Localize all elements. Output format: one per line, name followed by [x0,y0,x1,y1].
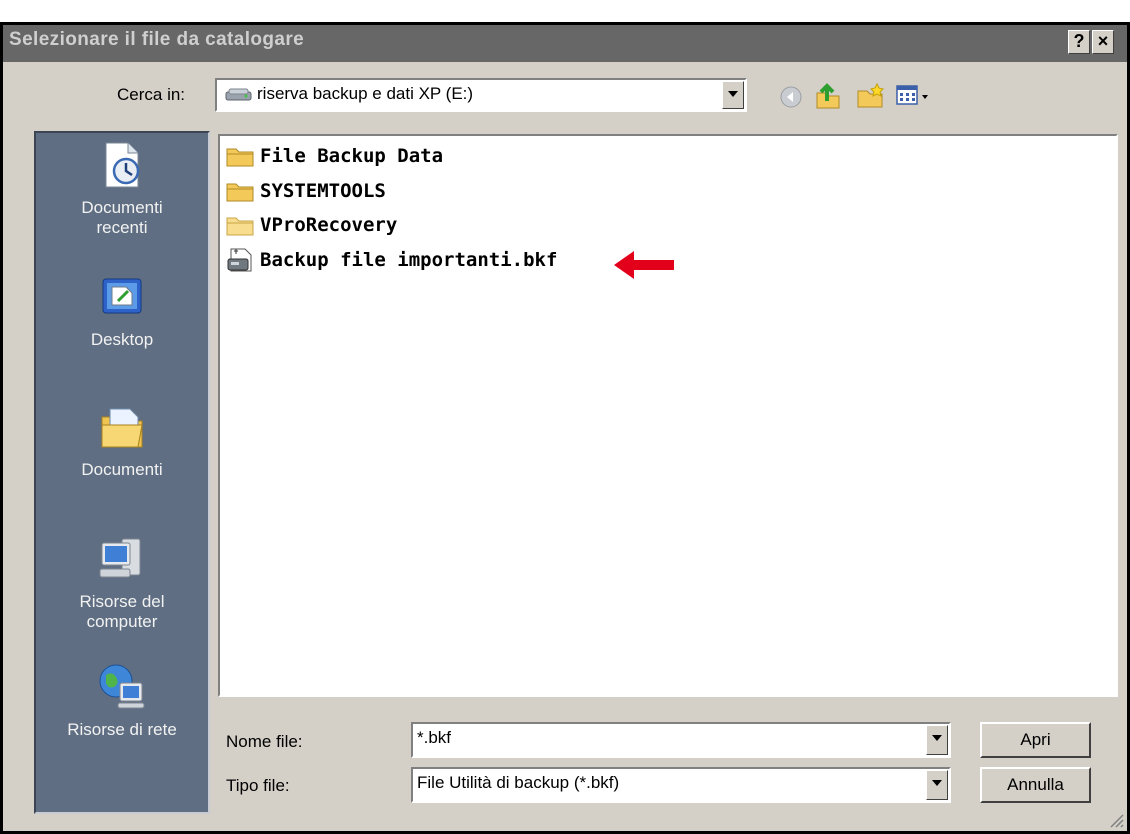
up-folder-icon[interactable] [813,81,843,111]
file-name: Backup file importanti.bkf [260,249,558,271]
list-item[interactable]: VProRecovery [226,210,397,240]
place-recent-documents[interactable]: Documenti recenti [36,139,208,238]
window-title: Selezionare il file da catalogare [9,29,305,50]
help-button[interactable]: ? [1068,30,1090,54]
filename-label: Nome file: [226,732,303,751]
place-label-line2: computer [86,612,158,631]
place-label-line1: Risorse del [79,592,165,611]
list-item[interactable]: Backup file importanti.bkf [226,245,557,275]
look-in-value: riserva backup e dati XP (E:) [257,84,474,103]
file-name: SYSTEMTOOLS [260,180,386,202]
place-label-line1: Documenti [81,460,163,479]
filetype-label: Tipo file: [226,776,290,795]
annotation-arrow-icon [614,251,674,279]
filename-input[interactable]: *.bkf [417,728,451,748]
list-item[interactable]: File Backup Data [226,141,443,171]
network-icon [99,664,145,709]
back-icon[interactable] [779,85,803,109]
resize-grip-icon[interactable] [1107,811,1125,829]
view-menu-icon[interactable] [895,83,937,109]
places-bar: Documenti recenti Desktop Documenti Riso… [34,131,210,814]
place-label-line1: Documenti [81,198,163,217]
my-computer-icon [99,538,141,578]
filetype-combo[interactable]: File Utilità di backup (*.bkf) [411,767,951,803]
place-my-computer[interactable]: Risorse del computer [36,533,208,632]
my-documents-icon [101,408,143,448]
list-item[interactable]: SYSTEMTOOLS [226,176,386,206]
place-network[interactable]: Risorse di rete [36,661,208,740]
place-label-line1: Desktop [90,330,154,349]
drive-icon [225,88,252,101]
new-folder-icon[interactable] [855,82,885,110]
folder-icon [226,148,254,167]
open-button[interactable]: Apri [980,722,1091,758]
backup-file-icon [227,248,252,272]
chevron-down-icon [932,780,942,786]
recent-documents-icon [105,142,140,188]
folder-icon [226,217,254,236]
title-bar[interactable]: Selezionare il file da catalogare ? × [3,25,1127,62]
filename-dropdown-button[interactable] [926,725,948,755]
place-desktop[interactable]: Desktop [36,271,208,350]
file-name: File Backup Data [260,145,444,167]
cancel-button[interactable]: Annulla [980,767,1091,803]
file-dialog: Selezionare il file da catalogare ? × Ce… [3,25,1127,831]
place-my-documents[interactable]: Documenti [36,401,208,480]
chevron-down-icon [932,735,942,741]
place-label-line2: recenti [96,218,148,237]
filetype-dropdown-button[interactable] [926,770,948,800]
look-in-label: Cerca in: [117,85,186,104]
chevron-down-icon [728,91,738,97]
close-button[interactable]: × [1092,30,1114,54]
look-in-dropdown-button[interactable] [722,81,744,109]
look-in-combo[interactable]: riserva backup e dati XP (E:) [215,78,747,112]
desktop-icon [102,278,142,314]
folder-icon [226,183,254,202]
filetype-value: File Utilità di backup (*.bkf) [417,773,620,792]
file-list[interactable]: File Backup Data SYSTEMTOOLS VProRecover… [218,134,1118,697]
filename-combo[interactable]: *.bkf [411,722,951,758]
file-name: VProRecovery [260,214,398,236]
place-label-line1: Risorse di rete [67,720,177,739]
